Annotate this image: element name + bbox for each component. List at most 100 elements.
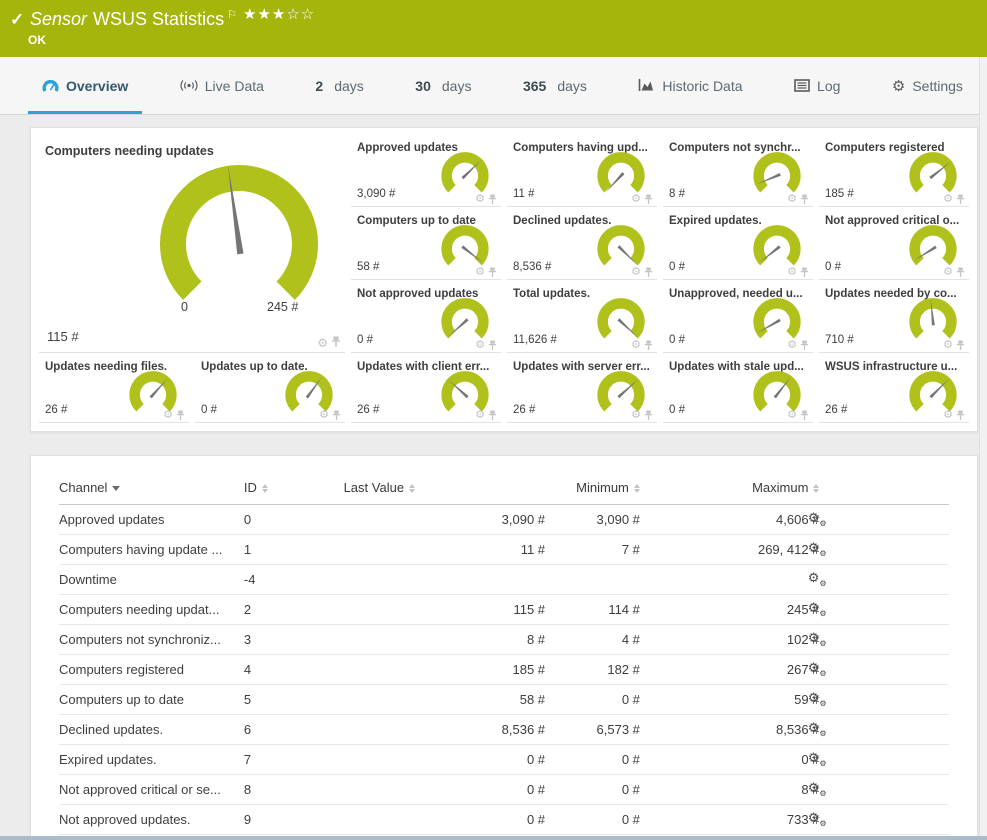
tile-gear-icon[interactable]: ⚙ [317, 336, 328, 350]
gauge-tile: Declined updates. 8,536 # ⚙ [507, 207, 657, 280]
priority-flag-icon[interactable]: ⚐ [227, 9, 237, 21]
tile-pin-icon[interactable] [331, 336, 341, 348]
gauge-tile: Updates needed by co... 710 # ⚙ [819, 280, 969, 353]
tile-pin-icon[interactable] [644, 410, 653, 421]
channel-last-value: 8,536 # [344, 715, 545, 745]
tile-pin-icon[interactable] [800, 340, 809, 351]
tile-pin-icon[interactable] [644, 267, 653, 278]
gauge-tile: Computers having upd... 11 # ⚙ [507, 134, 657, 207]
tile-pin-icon[interactable] [956, 340, 965, 351]
tile-pin-icon[interactable] [176, 410, 185, 421]
gauges-panel: Computers needing updates 0 245 # 115 # … [30, 127, 978, 432]
tile-gear-icon[interactable]: ⚙ [475, 194, 485, 205]
tile-pin-icon[interactable] [488, 340, 497, 351]
channel-id: -4 [244, 565, 344, 595]
gauge-tile: Expired updates. 0 # ⚙ [663, 207, 813, 280]
channel-last-value: 0 # [344, 745, 545, 775]
channel-maximum: 59 # [640, 685, 820, 715]
channel-id: 0 [244, 505, 344, 535]
channel-row: Not approved critical or se... 8 0 # 0 #… [59, 775, 949, 805]
tile-gear-icon[interactable]: ⚙ [787, 410, 797, 421]
tile-pin-icon[interactable] [956, 194, 965, 205]
window-bottom-edge [0, 836, 987, 840]
stars-empty: ☆☆ [286, 6, 315, 23]
tile-gear-icon[interactable]: ⚙ [787, 194, 797, 205]
tile-gear-icon[interactable]: ⚙ [943, 267, 953, 278]
tile-gear-icon[interactable]: ⚙ [631, 410, 641, 421]
tile-gear-icon[interactable]: ⚙ [943, 340, 953, 351]
gauge-value: 26 # [513, 404, 535, 416]
tile-pin-icon[interactable] [644, 194, 653, 205]
channel-last-value [344, 565, 545, 595]
gauge-tile: Updates with server err... 26 # ⚙ [507, 353, 657, 423]
tile-gear-icon[interactable]: ⚙ [787, 267, 797, 278]
area-chart-icon [638, 79, 655, 92]
tab-overview[interactable]: Overview [28, 57, 142, 114]
sensor-title-line: SensorWSUS Statistics⚐ [30, 8, 237, 30]
sensor-header: ✓ SensorWSUS Statistics⚐ ★★★☆☆ OK [0, 0, 987, 57]
status-badge: OK [28, 33, 46, 47]
tile-gear-icon[interactable]: ⚙ [943, 410, 953, 421]
channel-maximum: 0 # [640, 745, 820, 775]
tile-pin-icon[interactable] [956, 267, 965, 278]
tile-pin-icon[interactable] [488, 267, 497, 278]
tile-gear-icon[interactable]: ⚙ [475, 267, 485, 278]
channel-row: Computers up to date 5 58 # 0 # 59 # ⚙⚙ [59, 685, 949, 715]
tab-2-days[interactable]: 2 days [301, 57, 377, 114]
gauge-tile: Computers up to date 58 # ⚙ [351, 207, 501, 280]
tile-gear-icon[interactable]: ⚙ [475, 340, 485, 351]
channel-name: Computers having update ... [59, 535, 244, 565]
channel-row: Expired updates. 7 0 # 0 # 0 # ⚙⚙ [59, 745, 949, 775]
tile-gear-icon[interactable]: ⚙ [475, 410, 485, 421]
tab-label: Overview [66, 78, 128, 94]
tab-historic-data[interactable]: Historic Data [624, 57, 756, 114]
sort-icon [262, 484, 268, 493]
gauge-value: 58 # [357, 261, 379, 273]
tile-gear-icon[interactable]: ⚙ [631, 340, 641, 351]
tile-gear-icon[interactable]: ⚙ [163, 410, 173, 421]
tile-gear-icon[interactable]: ⚙ [787, 340, 797, 351]
channel-minimum: 6,573 # [545, 715, 640, 745]
tab-live-data[interactable]: Live Data [166, 57, 278, 114]
gauge-value: 11 # [513, 188, 535, 200]
tile-gear-icon[interactable]: ⚙ [943, 194, 953, 205]
tile-pin-icon[interactable] [644, 340, 653, 351]
channel-name: Not approved updates. [59, 805, 244, 835]
channel-maximum: 8,536 # [640, 715, 820, 745]
col-header-maximum[interactable]: Maximum [640, 474, 820, 505]
channel-minimum: 0 # [545, 745, 640, 775]
channel-minimum: 0 # [545, 805, 640, 835]
tile-pin-icon[interactable] [332, 410, 341, 421]
live-data-icon [180, 79, 198, 92]
col-header-minimum[interactable]: Minimum [545, 474, 640, 505]
channel-maximum: 8 # [640, 775, 820, 805]
tile-pin-icon[interactable] [800, 194, 809, 205]
tile-pin-icon[interactable] [488, 410, 497, 421]
col-header-id[interactable]: ID [244, 474, 344, 505]
tile-gear-icon[interactable]: ⚙ [631, 267, 641, 278]
channel-name: Downtime [59, 565, 244, 595]
tab-log[interactable]: Log [780, 57, 854, 114]
gauge-value: 0 # [669, 404, 685, 416]
stars-filled: ★★★ [243, 6, 286, 23]
gauge-tile: Total updates. 11,626 # ⚙ [507, 280, 657, 353]
tile-pin-icon[interactable] [956, 410, 965, 421]
tab-settings[interactable]: ⚙ Settings [878, 57, 977, 114]
tile-gear-icon[interactable]: ⚙ [631, 194, 641, 205]
col-header-channel[interactable]: Channel [59, 474, 244, 505]
col-header-last-value[interactable]: Last Value [344, 474, 545, 505]
channel-row: Computers registered 4 185 # 182 # 267 #… [59, 655, 949, 685]
channel-row: Computers needing updat... 2 115 # 114 #… [59, 595, 949, 625]
tab-365-days[interactable]: 365 days [509, 57, 601, 114]
tile-pin-icon[interactable] [800, 410, 809, 421]
gauge-value: 26 # [45, 404, 67, 416]
channel-minimum: 7 # [545, 535, 640, 565]
priority-stars[interactable]: ★★★☆☆ [243, 5, 315, 23]
channel-id: 4 [244, 655, 344, 685]
tile-pin-icon[interactable] [800, 267, 809, 278]
scrollbar-track[interactable] [979, 57, 987, 840]
tab-30-days[interactable]: 30 days [401, 57, 485, 114]
tile-gear-icon[interactable]: ⚙ [319, 410, 329, 421]
tile-pin-icon[interactable] [488, 194, 497, 205]
log-icon [794, 79, 810, 92]
